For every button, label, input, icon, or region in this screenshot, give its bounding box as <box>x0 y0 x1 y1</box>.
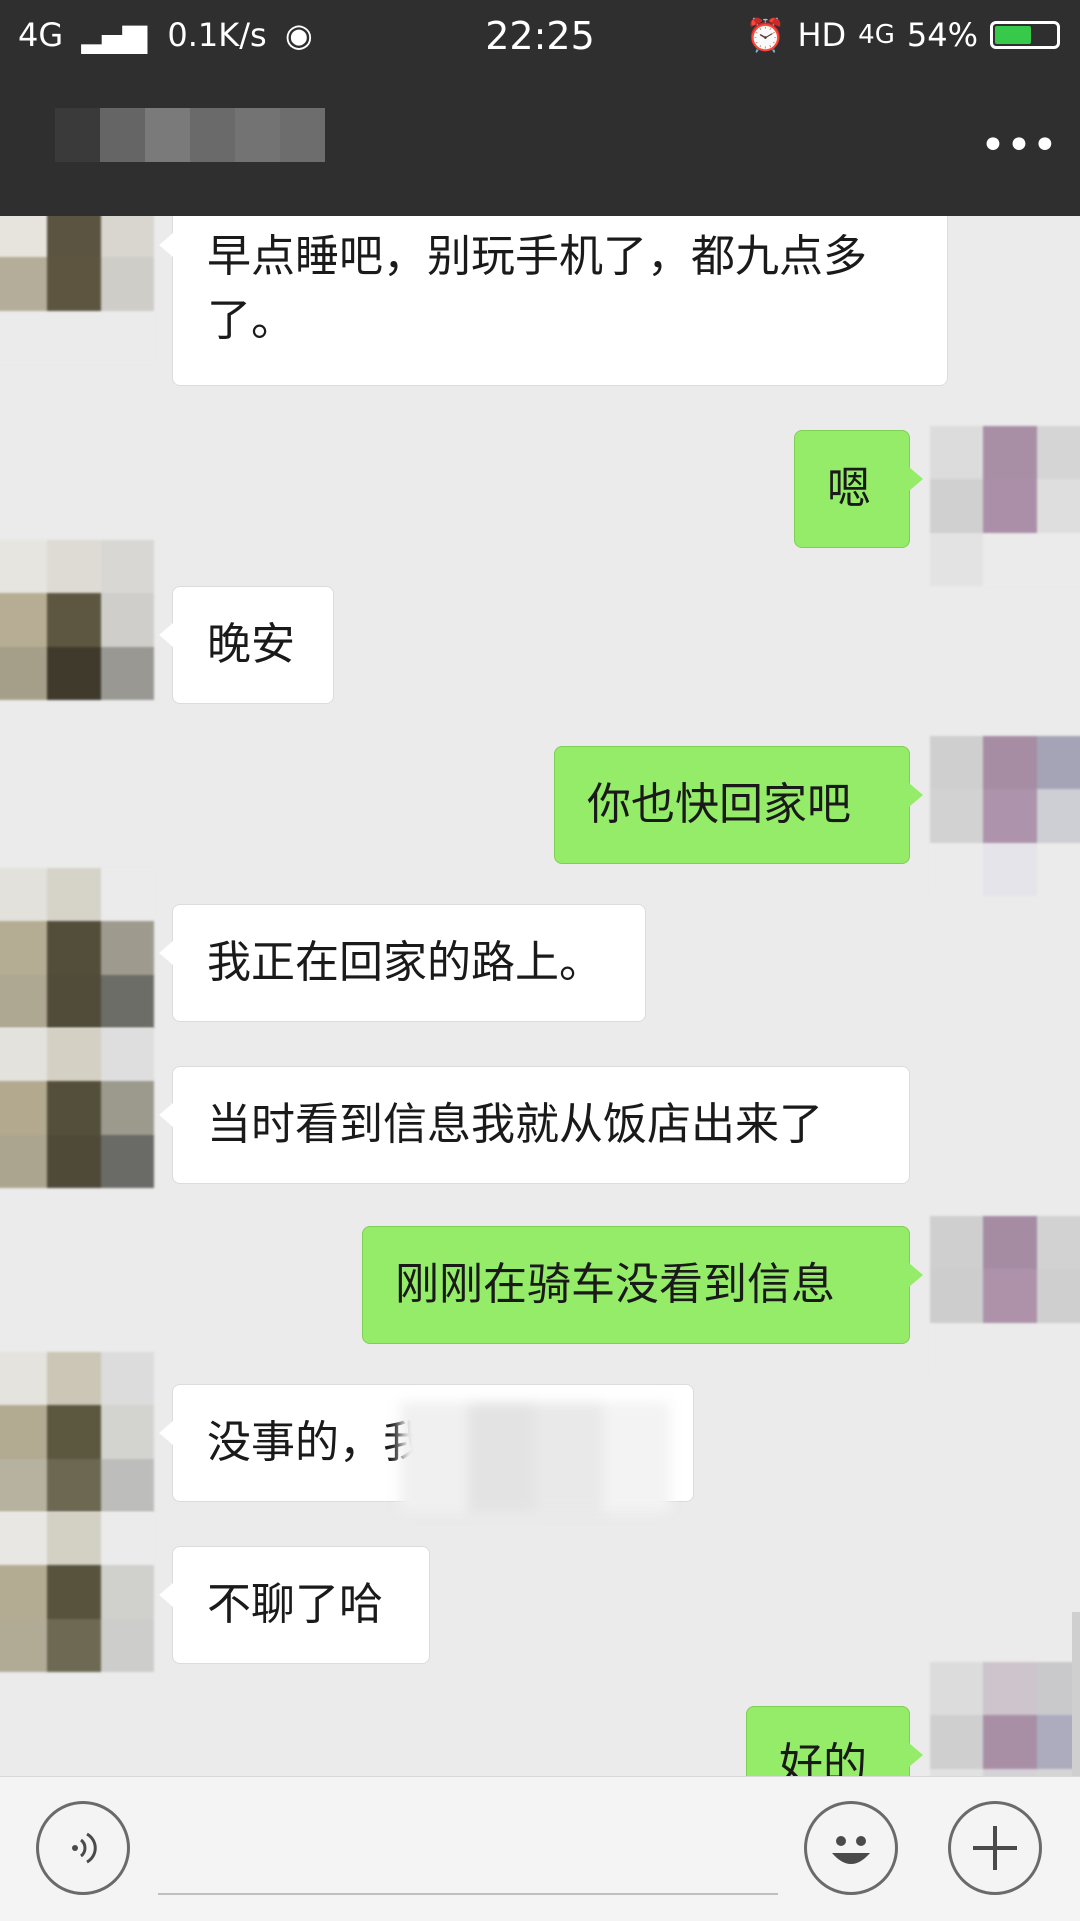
message-text: 嗯 <box>827 463 871 514</box>
message-text: 我正在回家的路上。 <box>207 937 603 988</box>
status-bar: 4G ▂▄▆ 0.1K/s ◉ 22:25 ⏰ HD 4G 54% <box>0 0 1080 76</box>
hd-label: HD <box>797 16 847 54</box>
alarm-icon: ⏰ <box>745 16 786 54</box>
message-bubble-outgoing[interactable]: 刚刚在骑车没看到信息 <box>362 1226 923 1344</box>
contact-avatar[interactable] <box>0 1512 154 1672</box>
contact-avatar[interactable] <box>0 540 154 700</box>
message-bubble-outgoing[interactable]: 好的 <box>746 1706 923 1776</box>
chat-title-redacted <box>55 108 325 162</box>
my-avatar[interactable] <box>930 736 1080 896</box>
emoji-icon[interactable] <box>804 1801 898 1895</box>
message-bubble-outgoing[interactable]: 你也快回家吧 <box>554 746 923 864</box>
network2-label: 4G <box>858 20 895 50</box>
message-bubble-incoming[interactable]: 早点睡吧，别玩手机了，都九点多了。 <box>159 216 948 386</box>
my-avatar[interactable] <box>930 1662 1080 1776</box>
voice-icon[interactable] <box>36 1801 130 1895</box>
message-input[interactable] <box>158 1893 778 1895</box>
message-text: 晚安 <box>207 619 295 670</box>
message-bubble-incoming[interactable]: 当时看到信息我就从饭店出来了 <box>159 1066 910 1184</box>
message-bubble-incoming[interactable]: 我正在回家的路上。 <box>159 904 646 1022</box>
message-bubble-incoming[interactable]: 晚安 <box>159 586 334 704</box>
message-list[interactable]: 早点睡吧，别玩手机了，都九点多了。 嗯 晚安 你也快回家吧 我正在回家的路上。 <box>0 216 1080 1776</box>
contact-avatar[interactable] <box>0 1028 154 1188</box>
chat-header: ••• <box>0 76 1080 216</box>
message-text: 不聊了哈 <box>207 1579 383 1630</box>
scrollbar[interactable] <box>1072 1612 1080 1776</box>
message-bubble-incoming[interactable]: 不聊了哈 <box>159 1546 430 1664</box>
my-avatar[interactable] <box>930 1216 1080 1376</box>
message-text: 好的 <box>779 1739 867 1776</box>
my-avatar[interactable] <box>930 426 1080 586</box>
message-text: 没事的，我 <box>207 1417 427 1468</box>
message-text: 当时看到信息我就从饭店出来了 <box>207 1099 823 1150</box>
plus-icon[interactable] <box>948 1801 1042 1895</box>
contact-avatar[interactable] <box>0 1352 154 1512</box>
contact-avatar[interactable] <box>0 868 154 1028</box>
input-bar <box>0 1776 1080 1921</box>
message-text: 早点睡吧，别玩手机了，都九点多了。 <box>207 231 867 346</box>
battery-label: 54% <box>906 16 978 54</box>
battery-icon <box>990 21 1060 49</box>
redaction-blur <box>400 1402 670 1512</box>
status-right: ⏰ HD 4G 54% <box>746 16 1060 54</box>
message-text: 刚刚在骑车没看到信息 <box>395 1259 835 1310</box>
more-options-button[interactable]: ••• <box>980 116 1058 176</box>
message-text: 你也快回家吧 <box>587 779 851 830</box>
contact-avatar[interactable] <box>0 216 154 364</box>
message-bubble-outgoing[interactable]: 嗯 <box>794 430 923 548</box>
